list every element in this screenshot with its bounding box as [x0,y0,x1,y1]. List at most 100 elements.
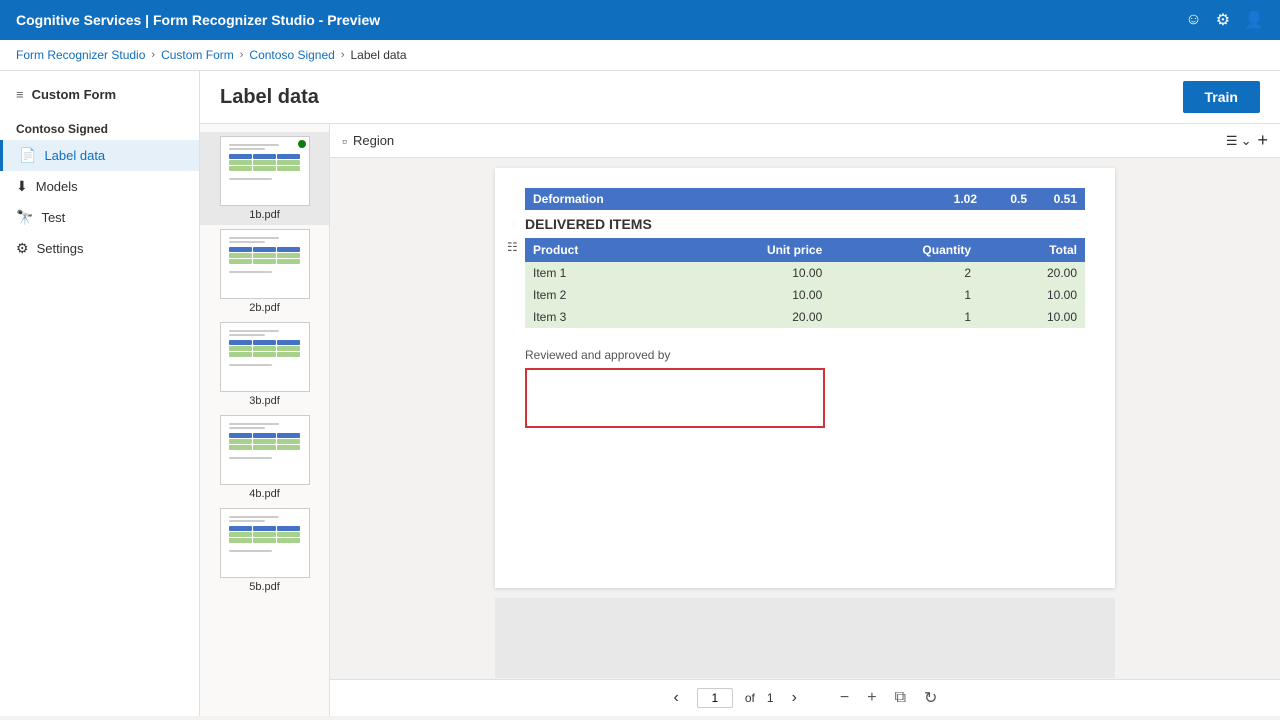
total-pages: 1 [767,691,774,705]
cell-total-1: 20.00 [979,262,1085,284]
user-icon[interactable]: 👤 [1244,10,1264,30]
table-grid-icon: ☷ [507,240,518,254]
layers-button[interactable]: ☰ ⌄ [1226,133,1252,149]
smiley-icon[interactable]: ☺ [1185,11,1201,29]
sidebar-item-settings[interactable]: ⚙ Settings [0,233,199,264]
cell-product-1: Item 1 [525,262,666,284]
page-title: Label data [220,86,319,109]
cell-qty-3: 1 [830,306,979,328]
cell-product-3: Item 3 [525,306,666,328]
reviewed-label: Reviewed and approved by [525,348,1085,362]
table-header: Product Unit price Quantity Total [525,238,1085,262]
thumb-inner-3 [225,326,305,388]
sidebar-toggle-icon[interactable]: ≡ [16,87,24,102]
file-name-4: 4b.pdf [249,488,280,500]
file-list: 1b.pdf [200,124,330,716]
thumb-inner-5 [225,512,305,574]
sidebar: ≡ Custom Form Contoso Signed 📄 Label dat… [0,71,200,716]
file-item-3[interactable]: 3b.pdf [200,318,329,411]
models-icon: ⬇ [16,178,28,195]
next-page-button[interactable]: › [786,687,803,709]
region-text: Region [353,133,394,148]
breadcrumb-sep-2: › [240,49,244,61]
sidebar-item-label-data-text: Label data [44,148,105,163]
sidebar-item-label-data[interactable]: 📄 Label data [0,140,199,171]
table-wrap: ☷ Product Unit price Quantity Total [525,238,1085,328]
file-item-5[interactable]: 5b.pdf [200,504,329,597]
label-data-icon: 📄 [19,147,36,164]
zoom-controls: − + ⧉ ↻ [835,686,943,710]
sidebar-header: ≡ Custom Form [0,79,199,114]
file-thumb-4 [220,415,310,485]
breadcrumb: Form Recognizer Studio › Custom Form › C… [0,40,1280,71]
deformation-val3: 0.51 [1037,192,1077,206]
topbar-icons: ☺ ⚙ 👤 [1185,10,1264,30]
file-name-5: 5b.pdf [249,581,280,593]
sidebar-item-test[interactable]: 🔭 Test [0,202,199,233]
cell-qty-2: 1 [830,284,979,306]
file-name-1: 1b.pdf [249,209,280,221]
thumb-inner-4 [225,419,305,481]
prev-page-button[interactable]: ‹ [668,687,685,709]
main-layout: ≡ Custom Form Contoso Signed 📄 Label dat… [0,71,1280,716]
page-of-label: of [745,691,755,705]
cell-price-3: 20.00 [666,306,830,328]
region-label: ▫ Region [342,133,394,149]
deformation-val2: 0.5 [987,192,1027,206]
file-thumb-5 [220,508,310,578]
file-thumb-1 [220,136,310,206]
sidebar-app-label: Custom Form [32,87,117,102]
sidebar-item-settings-text: Settings [37,241,84,256]
table-body: Item 1 10.00 2 20.00 Item 2 10.00 1 [525,262,1085,328]
breadcrumb-contoso[interactable]: Contoso Signed [249,48,334,62]
sidebar-item-models[interactable]: ⬇ Models [0,171,199,202]
table-row: Item 1 10.00 2 20.00 [525,262,1085,284]
table-row: Item 2 10.00 1 10.00 [525,284,1085,306]
settings-icon[interactable]: ⚙ [1216,10,1230,30]
doc-viewer: ▫ Region ☰ ⌄ + [330,124,1280,716]
thumb-inner-2 [225,233,305,295]
file-thumb-2 [220,229,310,299]
doc-nav: ‹ 1 of 1 › − + ⧉ ↻ [330,679,1280,716]
split-view: 1b.pdf [200,124,1280,716]
deformation-val1: 1.02 [937,192,977,206]
sidebar-item-models-text: Models [36,179,78,194]
zoom-out-button[interactable]: − [835,686,854,710]
layers-icon: ☰ [1226,133,1238,149]
breadcrumb-custom-form[interactable]: Custom Form [161,48,234,62]
page-number-input[interactable]: 1 [697,688,733,708]
breadcrumb-sep-1: › [151,49,155,61]
region-icon: ▫ [342,133,347,149]
add-button[interactable]: + [1257,130,1268,151]
file-name-2: 2b.pdf [249,302,280,314]
zoom-in-button[interactable]: + [862,686,881,710]
page-header: Label data Train [200,71,1280,124]
fit-page-button[interactable]: ⧉ [890,686,911,710]
breadcrumb-current: Label data [351,48,407,62]
breadcrumb-sep-3: › [341,49,345,61]
file-item-2[interactable]: 2b.pdf [200,225,329,318]
table-row: Item 3 20.00 1 10.00 [525,306,1085,328]
rotate-button[interactable]: ↻ [919,686,942,710]
col-unit-price: Unit price [666,238,830,262]
delivered-items-title: DELIVERED ITEMS [525,216,1085,232]
cell-total-3: 10.00 [979,306,1085,328]
cell-qty-1: 2 [830,262,979,284]
file-name-3: 3b.pdf [249,395,280,407]
cell-total-2: 10.00 [979,284,1085,306]
doc-scroll[interactable]: Deformation 1.02 0.5 0.51 DELIVERED ITEM… [330,158,1280,679]
file-item-4[interactable]: 4b.pdf [200,411,329,504]
cell-price-2: 10.00 [666,284,830,306]
app-title: Cognitive Services | Form Recognizer Stu… [16,12,380,28]
doc-toolbar: ▫ Region ☰ ⌄ + [330,124,1280,158]
items-table: Product Unit price Quantity Total Item 1 [525,238,1085,328]
breadcrumb-form-recognizer[interactable]: Form Recognizer Studio [16,48,145,62]
train-button[interactable]: Train [1183,81,1260,113]
cell-price-1: 10.00 [666,262,830,284]
cell-product-2: Item 2 [525,284,666,306]
content-area: Label data Train [200,71,1280,716]
file-item-1[interactable]: 1b.pdf [200,132,329,225]
file-thumb-3 [220,322,310,392]
toolbar-right: ☰ ⌄ + [1226,130,1268,151]
thumb-inner-1 [225,140,305,202]
